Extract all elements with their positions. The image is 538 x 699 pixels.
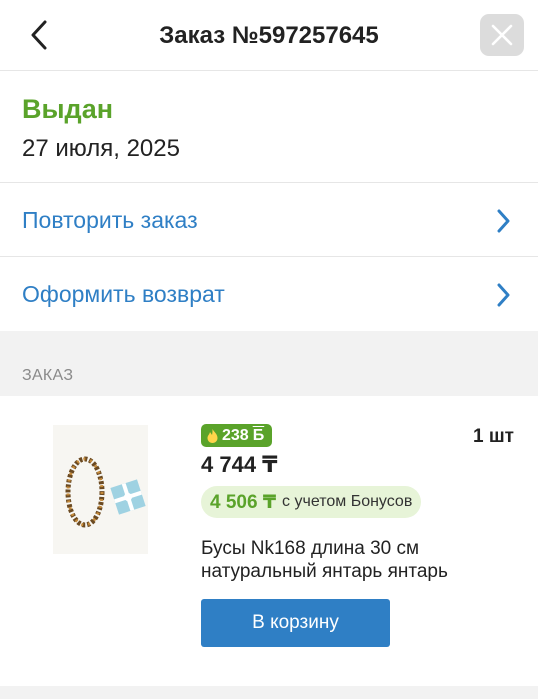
bonus-price-note: с учетом Бонусов (282, 493, 413, 510)
section-title: ЗАКАЗ (22, 367, 74, 384)
item-quantity: 1 шт (473, 426, 514, 447)
item-price: 4 744 ₸ (201, 452, 278, 477)
flame-icon (207, 428, 218, 443)
add-to-cart-button[interactable]: В корзину (201, 599, 390, 647)
chevron-right-icon (497, 209, 510, 233)
product-image[interactable] (53, 425, 148, 554)
return-order-label: Оформить возврат (22, 281, 225, 307)
bonus-badge-value: 238 (222, 426, 249, 444)
amber-necklace-image (53, 425, 148, 554)
close-icon (491, 24, 513, 46)
order-status: Выдан (22, 94, 114, 124)
close-button[interactable] (480, 14, 524, 56)
order-status-date: 27 июля, 2025 (22, 135, 180, 162)
top-bar: Заказ №597257645 (0, 0, 538, 71)
return-order-row[interactable]: Оформить возврат (0, 257, 538, 331)
repeat-order-label: Повторить заказ (22, 207, 198, 233)
order-section-header: ЗАКАЗ (0, 331, 538, 396)
product-name[interactable]: Бусы Nk168 длина 30 см натуральный янтар… (201, 537, 501, 583)
bonus-price-value: 4 506 ₸ (210, 491, 277, 513)
order-status-block: Выдан 27 июля, 2025 (0, 72, 538, 183)
order-item-card: 238 Б 1 шт 4 744 ₸ 4 506 ₸ с учетом Бону… (0, 396, 538, 686)
page-title: Заказ №597257645 (159, 22, 379, 49)
bonus-badge: 238 Б (201, 424, 273, 447)
chevron-right-icon (497, 283, 510, 307)
bottom-divider (0, 686, 538, 699)
repeat-order-row[interactable]: Повторить заказ (0, 183, 538, 257)
bonus-currency: Б (252, 426, 265, 444)
bonus-price-pill: 4 506 ₸ с учетом Бонусов (201, 486, 422, 518)
